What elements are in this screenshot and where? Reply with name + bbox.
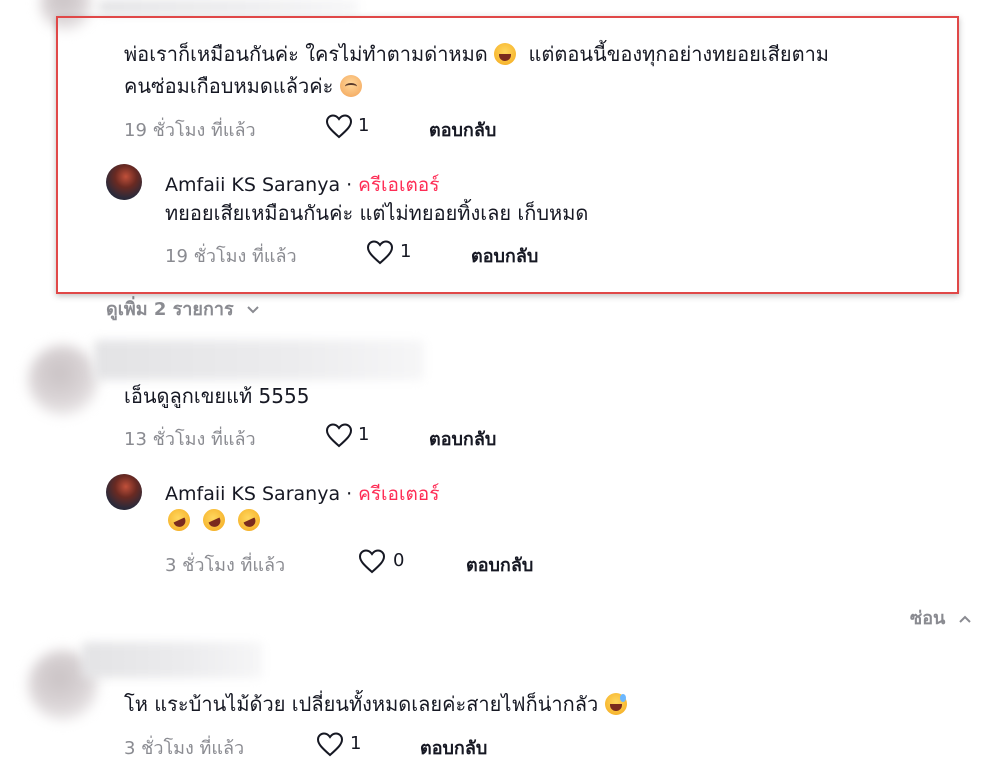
reply-reply-button[interactable]: ตอบกลับ <box>466 550 533 579</box>
comment-author-name[interactable] <box>94 340 424 380</box>
heart-outline-icon[interactable] <box>325 422 353 448</box>
comments-panel: พ่อเราก็เหมือนกันค่ะ ใครไม่ทำตามด่าหมด แ… <box>0 0 989 764</box>
heart-outline-icon[interactable] <box>316 731 344 757</box>
hide-replies-link[interactable]: ซ่อน <box>910 603 972 632</box>
reply-emoji-text <box>164 505 264 535</box>
rolling-laughing-emoji-icon <box>164 505 194 535</box>
comment-text: เอ็นดูลูกเขยแท้ 5555 <box>124 384 310 408</box>
reply-text: ทยอยเสียเหมือนกันค่ะ แต่ไม่ทยอยทิ้งเลย เ… <box>165 201 589 225</box>
grinning-sweat-emoji-icon <box>604 693 627 715</box>
heart-outline-icon[interactable] <box>366 239 394 265</box>
comment-timestamp: 3 ชั่วโมง ที่แล้ว <box>124 738 245 759</box>
reply-timestamp: 3 ชั่วโมง ที่แล้ว <box>165 555 286 576</box>
comment-text-continued: คนซ่อมเกือบหมดแล้วค่ะ <box>124 70 362 102</box>
heart-outline-icon[interactable] <box>358 548 386 574</box>
reply-timestamp: 19 ชั่วโมง ที่แล้ว <box>165 246 297 267</box>
reply-like-count: 1 <box>400 241 412 262</box>
like-button[interactable] <box>325 422 353 448</box>
like-count: 1 <box>350 733 362 754</box>
reply-author-line: Amfaii KS Saranya · ครีเอเตอร์ <box>165 174 440 196</box>
rolling-laughing-emoji-icon <box>199 505 229 535</box>
reply-author-name[interactable]: Amfaii KS Saranya <box>165 483 340 505</box>
like-count: 1 <box>358 424 370 445</box>
rolling-laughing-emoji-icon <box>234 505 264 535</box>
creator-badge: ครีเอเตอร์ <box>358 483 440 505</box>
pleading-face-emoji-icon <box>339 75 362 97</box>
like-button[interactable] <box>325 113 353 139</box>
reply-like-button[interactable] <box>366 239 394 265</box>
creator-avatar[interactable] <box>106 474 142 510</box>
reply-like-count: 0 <box>393 550 405 571</box>
laughing-emoji-icon <box>494 43 517 65</box>
comment-author-name[interactable] <box>82 642 262 678</box>
creator-avatar[interactable] <box>106 164 142 200</box>
comment-author-name[interactable] <box>98 0 358 14</box>
comment-text: พ่อเราก็เหมือนกันค่ะ ใครไม่ทำตามด่าหมด แ… <box>124 42 829 66</box>
avatar[interactable] <box>28 345 98 415</box>
reply-like-button[interactable] <box>358 548 386 574</box>
avatar[interactable] <box>40 0 92 30</box>
reply-button[interactable]: ตอบกลับ <box>429 424 496 453</box>
chevron-up-icon <box>958 615 971 623</box>
reply-author-name[interactable]: Amfaii KS Saranya <box>165 174 340 196</box>
comment-text: โห แระบ้านไม้ด้วย เปลี่ยนทั้งหมดเลยค่ะสา… <box>124 688 627 720</box>
comment-timestamp: 13 ชั่วโมง ที่แล้ว <box>124 429 256 450</box>
like-count: 1 <box>358 115 370 136</box>
creator-badge: ครีเอเตอร์ <box>358 174 440 196</box>
view-more-replies-link[interactable]: ดูเพิ่ม 2 รายการ <box>106 294 260 323</box>
chevron-down-icon <box>247 306 259 314</box>
heart-outline-icon[interactable] <box>325 113 353 139</box>
reply-button[interactable]: ตอบกลับ <box>420 733 487 762</box>
comment-timestamp: 19 ชั่วโมง ที่แล้ว <box>124 120 256 141</box>
like-button[interactable] <box>316 731 344 757</box>
reply-reply-button[interactable]: ตอบกลับ <box>471 241 538 270</box>
reply-author-line: Amfaii KS Saranya · ครีเอเตอร์ <box>165 483 440 505</box>
reply-button[interactable]: ตอบกลับ <box>429 115 496 144</box>
